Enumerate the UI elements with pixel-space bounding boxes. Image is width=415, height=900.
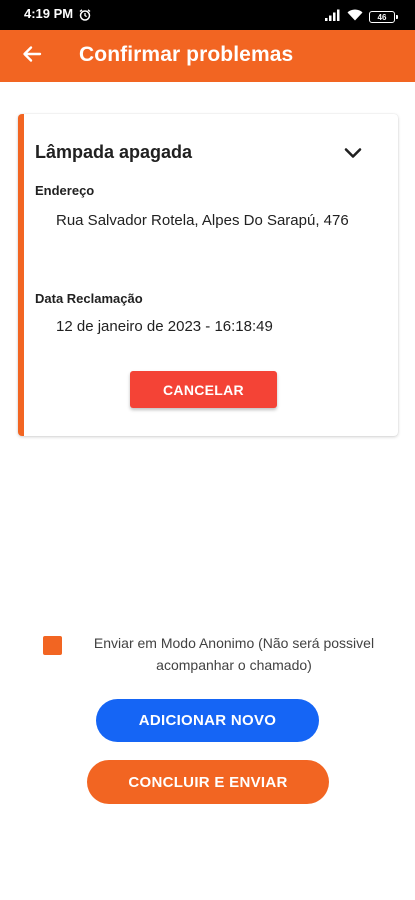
date-value: 12 de janeiro de 2023 - 16:18:49 [56, 318, 273, 335]
signal-icon [325, 8, 341, 26]
problem-title: Lâmpada apagada [35, 142, 193, 162]
back-button[interactable] [18, 42, 46, 70]
submit-button[interactable]: CONCLUIR E ENVIAR [87, 760, 329, 804]
app-bar: Confirmar problemas [0, 30, 415, 82]
alarm-clock-icon [79, 8, 91, 21]
status-time: 4:19 PM [24, 6, 74, 21]
arrow-left-icon [22, 44, 42, 69]
anonymous-checkbox[interactable] [43, 636, 62, 655]
chevron-down-icon[interactable] [341, 141, 365, 165]
battery-level: 46 [377, 12, 387, 22]
address-value: Rua Salvador Rotela, Alpes Do Sarapú, 47… [56, 212, 349, 229]
cancel-button[interactable]: CANCELAR [130, 371, 277, 408]
status-bar: 4:19 PM 46 [0, 0, 415, 30]
card-accent-bar [18, 114, 24, 436]
anonymous-label: Enviar em Modo Anonimo (Não será possive… [93, 635, 375, 673]
page-title: Confirmar problemas [79, 43, 294, 66]
problem-card: Lâmpada apagada Endereço Rua Salvador Ro… [18, 114, 398, 436]
date-label: Data Reclamação [35, 291, 143, 306]
battery-icon: 46 [369, 11, 398, 23]
wifi-icon [347, 8, 363, 26]
status-icons: 46 [325, 8, 398, 26]
add-new-button[interactable]: ADICIONAR NOVO [96, 699, 319, 742]
address-label: Endereço [35, 183, 95, 198]
